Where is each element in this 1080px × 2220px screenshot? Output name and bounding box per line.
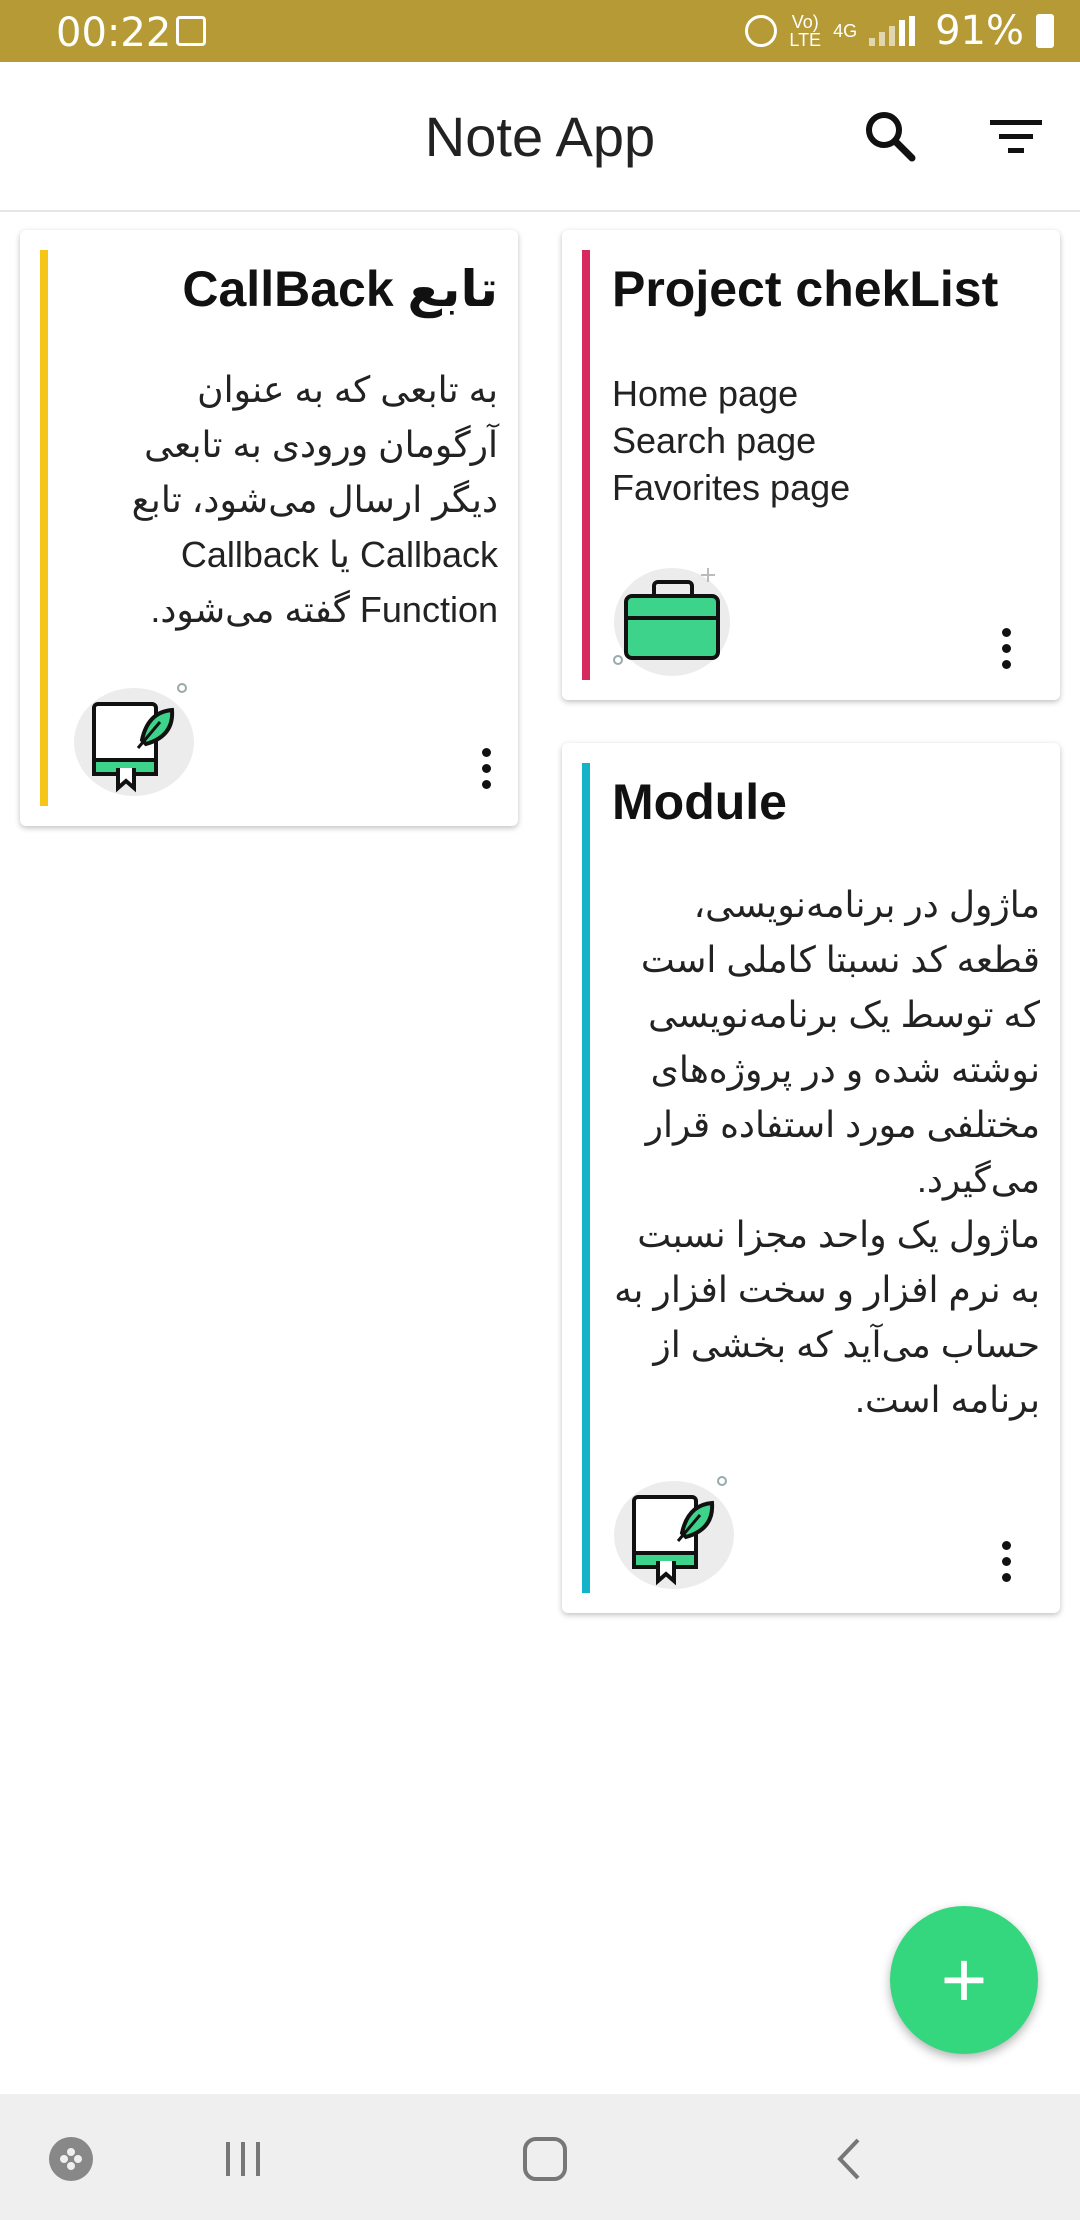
note-title: Project chekList xyxy=(612,261,999,317)
network-label-bottom: LTE xyxy=(789,30,822,50)
book-leaf-icon xyxy=(612,1473,742,1593)
status-bar: 00:22 Vo) LTE 4G 91% xyxy=(0,0,1080,62)
more-options-button[interactable] xyxy=(466,738,506,798)
note-accent-bar xyxy=(582,763,590,1593)
book-leaf-icon xyxy=(72,680,202,800)
plus-icon: + xyxy=(940,1935,988,2024)
filter-icon xyxy=(990,120,1042,153)
search-icon xyxy=(866,112,916,162)
battery-icon xyxy=(1036,14,1054,48)
note-title: تابع CallBack xyxy=(182,261,498,317)
note-accent-bar xyxy=(40,250,48,806)
search-button[interactable] xyxy=(860,106,920,166)
alarm-icon xyxy=(745,15,778,47)
note-card-project-checklist[interactable]: Project chekList Home page Search page F… xyxy=(562,230,1060,700)
note-body: Home page Search page Favorites page xyxy=(612,373,851,508)
network-label-top: Vo) xyxy=(791,12,819,32)
network-type: 4G xyxy=(833,21,858,41)
home-icon[interactable] xyxy=(520,2134,570,2184)
wifi-icon xyxy=(176,16,206,46)
add-note-button[interactable]: + xyxy=(890,1906,1038,2054)
more-options-button[interactable] xyxy=(986,1531,1026,1591)
briefcase-icon xyxy=(612,560,742,680)
note-card-callback[interactable]: تابع CallBack به تابعی که به عنوان آرگوم… xyxy=(20,230,518,826)
note-title: Module xyxy=(612,774,787,830)
filter-button[interactable] xyxy=(986,106,1046,166)
status-time: 00:22 xyxy=(56,10,172,56)
game-launcher-icon[interactable] xyxy=(46,2134,96,2184)
signal-icon xyxy=(869,16,923,46)
note-body: به تابعی که به عنوان آرگومان ورودی به تا… xyxy=(131,369,498,630)
more-options-button[interactable] xyxy=(986,618,1026,678)
note-body: ماژول در برنامه‌نویسی، قطعه کد نسبتا کام… xyxy=(614,884,1040,1420)
network-label: Vo) LTE xyxy=(789,13,821,49)
battery-percent: 91% xyxy=(935,8,1024,54)
app-bar: Note App xyxy=(0,62,1080,212)
back-icon[interactable] xyxy=(826,2134,876,2184)
system-nav-bar xyxy=(0,2094,1080,2220)
note-accent-bar xyxy=(582,250,590,680)
note-card-module[interactable]: Module ماژول در برنامه‌نویسی، قطعه کد نس… xyxy=(562,743,1060,1613)
recents-icon[interactable] xyxy=(218,2134,268,2184)
